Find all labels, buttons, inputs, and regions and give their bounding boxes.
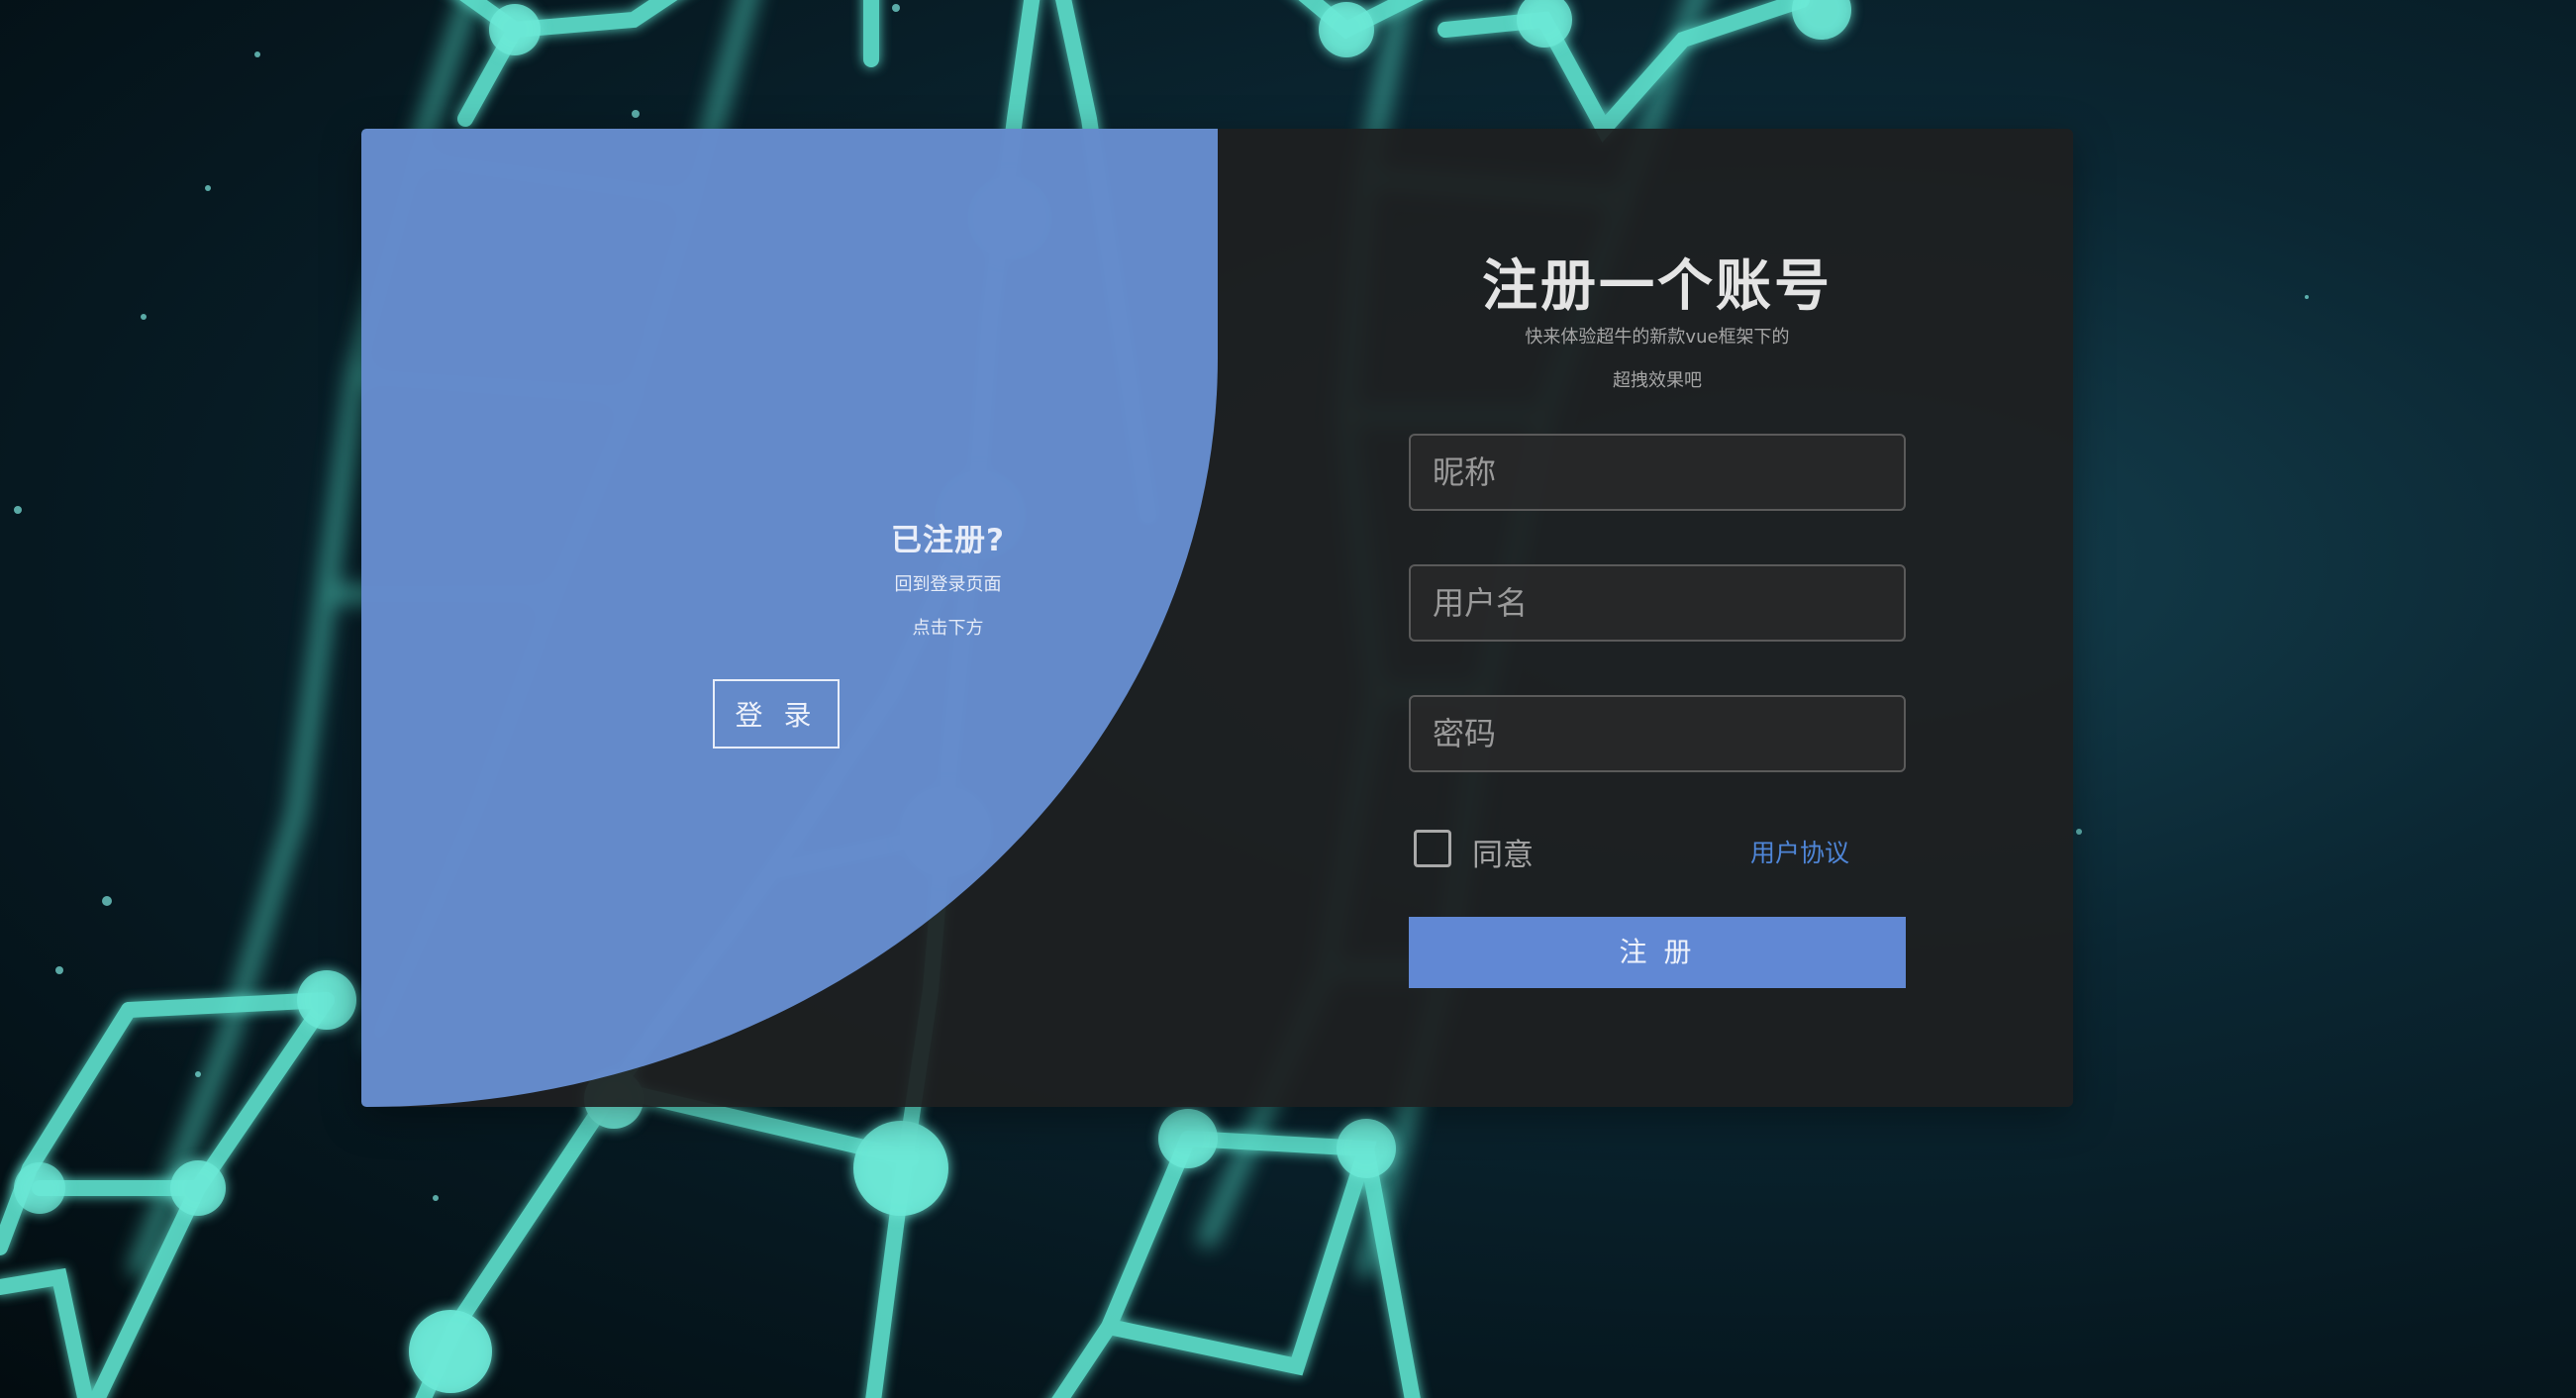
nickname-input[interactable] [1409,434,1906,511]
agree-checkbox[interactable] [1414,830,1451,867]
register-subtitle-line2: 超拽效果吧 [1613,370,1702,391]
register-subtitle-line1: 快来体验超牛的新款vue框架下的 [1525,327,1790,348]
agreement-row: 同意 用户协议 [1409,826,1906,873]
user-agreement-link[interactable]: 用户协议 [1750,834,1849,869]
register-title: 注册一个账号 [1482,254,1833,319]
register-form: 注册一个账号 快来体验超牛的新款vue框架下的 超拽效果吧 同意 用户协议 注 … [1409,129,1906,1107]
password-input[interactable] [1409,695,1906,772]
register-card: 已注册? 回到登录页面 点击下方 登 录 注册一个账号 快来体验超牛的新款vue… [361,129,2073,1107]
agree-label: 同意 [1472,838,1534,873]
username-input[interactable] [1409,564,1906,642]
register-button[interactable]: 注 册 [1409,917,1906,988]
login-button[interactable]: 登 录 [713,679,840,749]
